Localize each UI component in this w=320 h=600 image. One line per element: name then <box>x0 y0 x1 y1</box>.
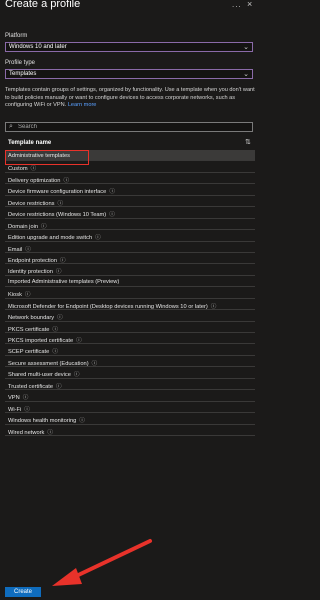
create-profile-panel: Create a profile ... × Platform Windows … <box>0 0 260 600</box>
create-button[interactable]: Create <box>5 587 41 597</box>
annotation-arrow <box>52 539 152 586</box>
